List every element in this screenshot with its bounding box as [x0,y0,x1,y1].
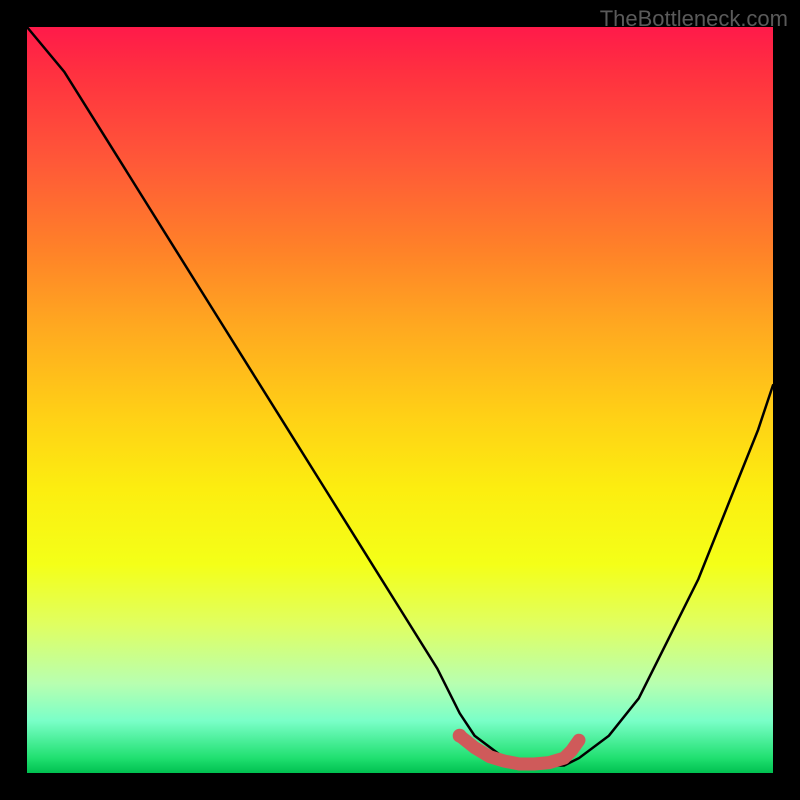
watermark-text: TheBottleneck.com [600,6,788,32]
chart-svg [27,27,773,773]
highlight-start-dot [453,729,467,743]
bottleneck-curve [27,27,773,766]
highlight-minimum-region [453,729,579,764]
chart-plot-area [27,27,773,773]
highlight-stroke [460,736,579,764]
